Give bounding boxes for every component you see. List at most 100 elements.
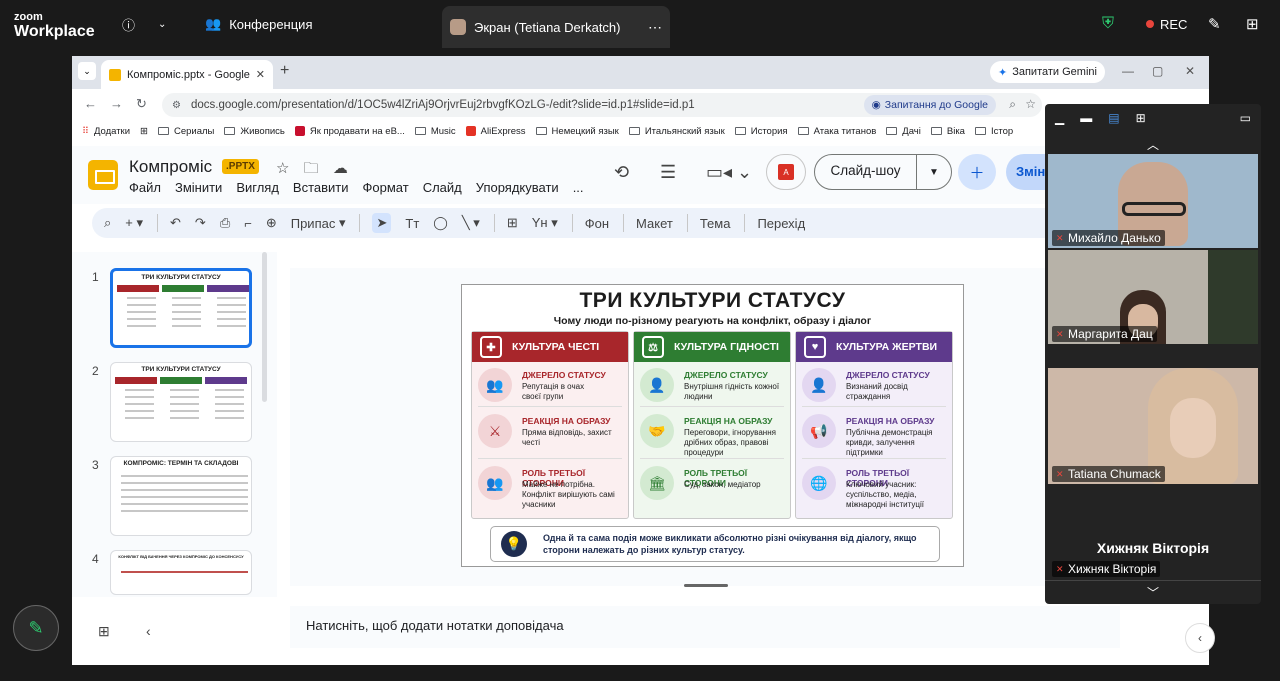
filmstrip-scrollbar[interactable]	[262, 252, 267, 402]
background-button[interactable]: Фон	[585, 216, 609, 231]
meeting-tab[interactable]: 👥 Конференция	[205, 0, 312, 48]
window-close-icon[interactable]: ✕	[1185, 64, 1195, 78]
input-tools-icon[interactable]: Yн ▾	[532, 215, 558, 231]
bookmark-folder[interactable]: Music	[414, 126, 456, 137]
layout-button[interactable]: Макет	[636, 216, 673, 231]
zoom-icon[interactable]: ⊕	[266, 215, 277, 231]
info-icon[interactable]: ⓘ	[122, 0, 135, 48]
annotate-pen-icon[interactable]: ✎	[13, 605, 59, 651]
ask-google-button[interactable]: ◉ Запитання до Google	[863, 95, 996, 115]
slides-logo-icon[interactable]	[88, 160, 118, 190]
more-icon[interactable]: ⋯	[648, 19, 662, 36]
participant-video[interactable]: ✕ Tatiana Chumack	[1048, 368, 1258, 484]
menu-format[interactable]: Формат	[363, 180, 409, 195]
slideshow-button[interactable]: Слайд-шоу ▼	[814, 154, 952, 190]
cloud-icon[interactable]: ☁	[333, 160, 348, 177]
tab-search-icon[interactable]: ⌄	[78, 62, 96, 80]
grid-view-icon[interactable]: ⊞	[98, 623, 110, 640]
current-slide[interactable]: ТРИ КУЛЬТУРИ СТАТУСУ Чому люди по-різном…	[461, 284, 964, 567]
bookmark-folder[interactable]: Атака титанов	[797, 126, 876, 137]
zoom-lens-icon[interactable]: ⌕	[1009, 97, 1016, 112]
bookmark-folder[interactable]: Сериалы	[158, 126, 214, 137]
slide-thumbnail[interactable]: ТРИ КУЛЬТУРИ СТАТУСУ	[110, 268, 252, 348]
meet-icon[interactable]: ▭◂ ⌄	[706, 162, 752, 183]
paint-format-icon[interactable]: ⌐	[244, 216, 252, 231]
line-icon[interactable]: ╲ ▾	[462, 215, 480, 231]
annotate-icon[interactable]: ✎	[1208, 0, 1221, 48]
participant-video[interactable]: ✕ Михайло Данько	[1048, 154, 1258, 248]
bookmark-folder[interactable]: Итальянский язык	[628, 126, 725, 137]
chevron-down-icon[interactable]: ﹀	[1045, 580, 1261, 601]
shield-icon[interactable]: ⛨	[1102, 0, 1114, 48]
add-slide-icon[interactable]: + ▾	[125, 215, 143, 231]
zoom-select[interactable]: Припас ▾	[291, 215, 346, 231]
collapse-filmstrip-icon[interactable]: ‹	[146, 623, 151, 639]
menu-edit[interactable]: Змінити	[175, 180, 222, 195]
screen-share-tab[interactable]: Экран (Tetiana Derkatch) ⋯	[442, 6, 670, 48]
minimize-icon[interactable]: ▁	[1055, 111, 1064, 125]
theme-button[interactable]: Тема	[700, 216, 731, 231]
reload-icon[interactable]: ↻	[136, 96, 147, 112]
history-icon[interactable]: ⟲	[614, 162, 629, 183]
bookmark-folder[interactable]: Дачі	[886, 126, 921, 137]
forward-icon[interactable]: →	[110, 96, 123, 111]
add-person-icon[interactable]: ＋	[958, 154, 996, 190]
bookmark-grid[interactable]: ⊞	[140, 126, 148, 137]
undo-icon[interactable]: ↶	[170, 215, 181, 231]
notes-resize-handle[interactable]	[684, 584, 728, 587]
bookmark-link[interactable]: Як продавати на еВ...	[294, 126, 405, 137]
pdf-button[interactable]: A	[766, 154, 806, 190]
rec-indicator[interactable]: REC	[1146, 0, 1187, 48]
maximize-icon[interactable]: ▢	[1152, 64, 1163, 78]
comments-icon[interactable]: ☰	[660, 162, 676, 183]
gallery-view-icon[interactable]: ⊞	[1136, 111, 1146, 125]
transition-button[interactable]: Перехід	[757, 216, 805, 231]
minimize-icon[interactable]: —	[1122, 64, 1134, 78]
bookmark-folder[interactable]: Живопись	[224, 126, 285, 137]
bookmark-folder[interactable]: Віка	[930, 126, 965, 137]
bookmark-link[interactable]: AliExpress	[465, 126, 526, 137]
bookmark-folder[interactable]: История	[734, 126, 788, 137]
close-icon[interactable]: ✕	[256, 68, 265, 81]
bookmark-folder[interactable]: Немецкий язык	[535, 126, 619, 137]
menu-slide[interactable]: Слайд	[423, 180, 462, 195]
menu-file[interactable]: Файл	[129, 180, 161, 195]
chevron-up-icon[interactable]: ︿	[1045, 136, 1261, 153]
text-box-icon[interactable]: Tт	[405, 216, 419, 231]
menu-insert[interactable]: Вставити	[293, 180, 349, 195]
back-icon[interactable]: ←	[84, 96, 97, 111]
speaker-view-icon[interactable]: ▤	[1108, 111, 1119, 125]
select-cursor-icon[interactable]: ➤	[372, 213, 392, 233]
shape-icon[interactable]: ◯	[433, 215, 448, 231]
chevron-down-icon[interactable]: ▼	[917, 167, 951, 178]
menu-arrange[interactable]: Упорядкувати	[476, 180, 559, 195]
url-input[interactable]: ⚙ docs.google.com/presentation/d/1OC5w4l…	[162, 93, 1042, 117]
slide-thumbnail[interactable]: КОМПРОМІС: ТЕРМІН ТА СКЛАДОВІ	[110, 456, 252, 536]
side-panel-toggle-icon[interactable]: ‹	[1185, 623, 1215, 653]
grid-icon[interactable]: ⊞	[1246, 0, 1259, 48]
chevron-down-icon[interactable]: ⌄	[158, 0, 166, 48]
search-icon[interactable]: ⌕	[104, 215, 111, 231]
slide-thumbnail[interactable]: ТРИ КУЛЬТУРИ СТАТУСУ	[110, 362, 252, 442]
star-icon[interactable]: ☆	[1025, 97, 1036, 111]
browser-tab[interactable]: Компроміс.pptx - Google Пре ✕	[101, 60, 273, 89]
bookmark-folder[interactable]: Істор	[974, 126, 1013, 137]
menu-view[interactable]: Вигляд	[236, 180, 279, 195]
strip-view-icon[interactable]: ▬	[1080, 111, 1092, 125]
site-info-icon[interactable]: ⚙	[172, 100, 181, 111]
document-title[interactable]: Компроміс	[129, 157, 212, 177]
slide-thumbnail[interactable]: КОНФЛІКТ ВІД БАЧЕННЯ ЧЕРЕЗ КОМПРОМІС ДО …	[110, 550, 252, 595]
pin-icon[interactable]: ▭	[1240, 111, 1251, 125]
gemini-button[interactable]: ✦ Запитати Gemini	[990, 61, 1105, 83]
new-tab-icon[interactable]: +	[280, 62, 289, 80]
bookmark-apps[interactable]: ⠿ Додатки	[82, 126, 130, 137]
participant-video[interactable]: ✕ Хижняк Вікторія	[1048, 557, 1258, 577]
move-folder-icon[interactable]: 🗀	[304, 160, 319, 177]
redo-icon[interactable]: ↷	[195, 215, 206, 231]
print-icon[interactable]: ⎙	[220, 215, 230, 231]
star-icon[interactable]: ☆	[276, 160, 289, 177]
participant-video[interactable]: ✕ Маргарита Дац	[1048, 250, 1258, 344]
speaker-notes[interactable]: Натисніть, щоб додати нотатки доповідача	[290, 606, 1120, 648]
comment-add-icon[interactable]: ⊞	[507, 215, 518, 231]
menu-more[interactable]: ...	[573, 180, 584, 195]
